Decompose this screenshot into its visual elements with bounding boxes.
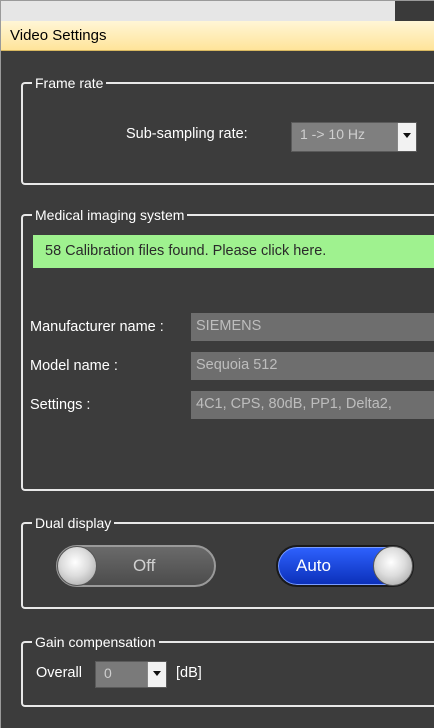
toggle-knob-icon [373, 546, 413, 586]
sub-sampling-value: 1 -> 10 Hz [300, 126, 365, 142]
manufacturer-field: SIEMENS [191, 313, 434, 341]
gain-compensation-group: Gain compensation Overall 0 [dB] [21, 633, 434, 707]
sub-sampling-label: Sub-sampling rate: [126, 126, 248, 142]
dual-display-off-toggle[interactable]: Off [56, 545, 216, 587]
dual-display-legend: Dual display [32, 514, 115, 532]
sub-sampling-select[interactable]: 1 -> 10 Hz [291, 122, 417, 152]
overall-gain-value: 0 [104, 665, 112, 681]
medical-imaging-legend: Medical imaging system [32, 206, 188, 224]
window-top-strip [1, 1, 434, 21]
dual-display-group: Dual display Off Auto [21, 514, 434, 609]
gain-unit-label: [dB] [176, 665, 202, 681]
model-field: Sequoia 512 [191, 352, 434, 380]
manufacturer-label: Manufacturer name : [30, 319, 164, 335]
frame-rate-group: Frame rate Sub-sampling rate: 1 -> 10 Hz [21, 74, 434, 185]
window-titlebar: Video Settings [1, 21, 434, 51]
window-title: Video Settings [10, 27, 107, 44]
settings-field: 4C1, CPS, 80dB, PP1, Delta2, [191, 391, 434, 419]
chevron-down-icon[interactable] [147, 662, 166, 687]
model-label: Model name : [30, 358, 118, 374]
frame-rate-legend: Frame rate [32, 74, 107, 92]
toggle-knob-icon [57, 546, 97, 586]
chevron-down-icon[interactable] [397, 123, 416, 151]
gain-compensation-legend: Gain compensation [32, 633, 159, 651]
calibration-files-banner[interactable]: 58 Calibration files found. Please click… [33, 235, 434, 268]
off-label: Off [133, 556, 156, 575]
dual-display-auto-toggle[interactable]: Auto [276, 545, 414, 587]
video-settings-window: Video Settings Frame rate Sub-sampling r… [0, 0, 434, 728]
auto-label: Auto [296, 556, 331, 575]
overall-label: Overall [36, 665, 82, 681]
overall-gain-select[interactable]: 0 [95, 661, 167, 688]
settings-label: Settings : [30, 397, 91, 413]
medical-imaging-group: Medical imaging system 58 Calibration fi… [21, 206, 434, 491]
